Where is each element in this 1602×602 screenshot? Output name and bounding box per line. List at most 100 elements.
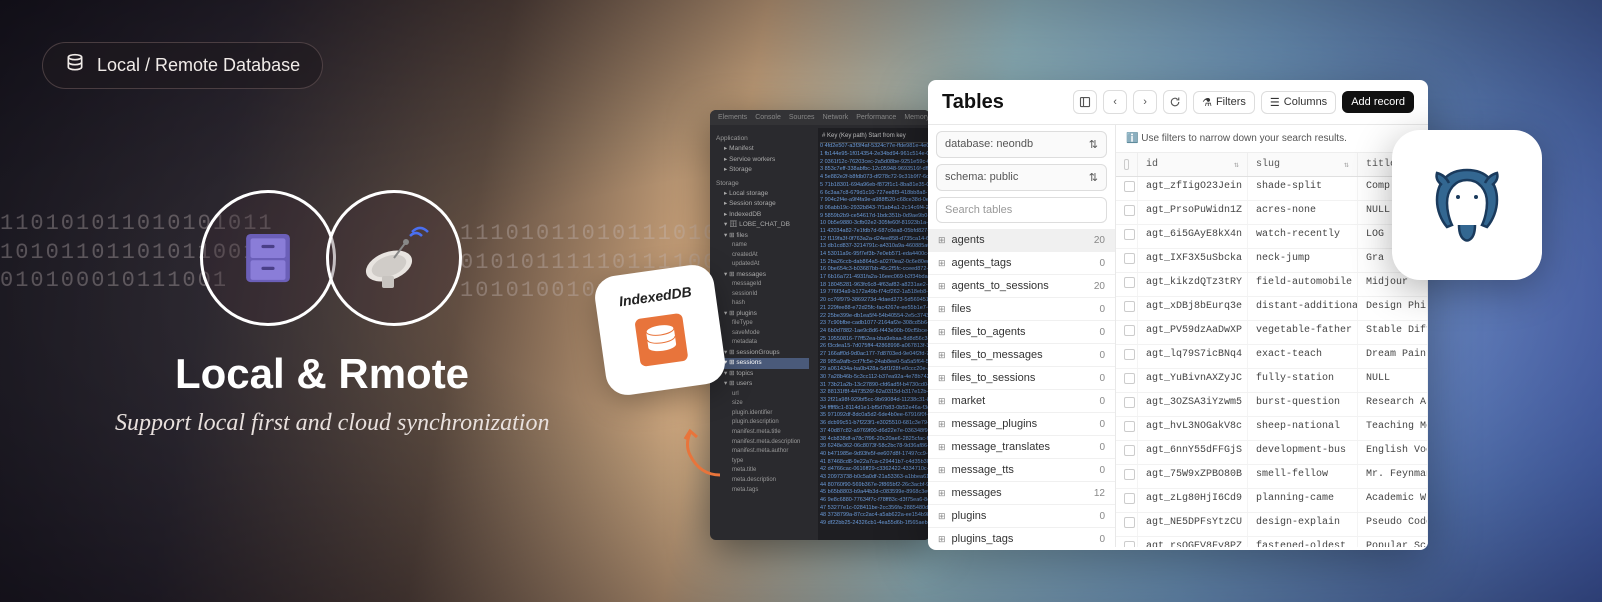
table-row[interactable]: agt_YuBivnAXZyJCfully-stationNULL — [1116, 369, 1428, 393]
devtools-tree-item[interactable]: updatedAt — [716, 260, 809, 270]
devtools-tab[interactable]: Memory — [904, 114, 929, 121]
indexeddb-card: IndexedDB — [592, 262, 728, 398]
devtools-tree-item[interactable]: sessionId — [716, 290, 809, 300]
devtools-tree-item[interactable]: Storage — [716, 179, 809, 189]
devtools-tree-item[interactable]: ▾ ⊞ users — [716, 379, 809, 389]
table-list-item[interactable]: ⊞agents20 — [928, 229, 1115, 252]
devtools-tab[interactable]: Console — [755, 114, 781, 121]
row-checkbox[interactable] — [1124, 253, 1135, 264]
row-checkbox[interactable] — [1124, 493, 1135, 504]
devtools-tree-item[interactable]: metadata — [716, 338, 809, 348]
arrow-decoration — [670, 425, 730, 485]
filters-button[interactable]: ⚗Filters — [1193, 91, 1255, 114]
add-record-button[interactable]: Add record — [1342, 91, 1414, 113]
database-select[interactable]: database: neondb⇅ — [936, 131, 1107, 158]
devtools-tree-item[interactable]: ▸ Storage — [716, 165, 809, 175]
search-tables-input[interactable]: Search tables — [936, 197, 1107, 223]
devtools-tab[interactable]: Sources — [789, 114, 815, 121]
table-list-item[interactable]: ⊞message_translates0 — [928, 436, 1115, 459]
row-checkbox[interactable] — [1124, 445, 1135, 456]
devtools-tree-item[interactable]: ▾ ⊞ sessions — [716, 358, 809, 368]
devtools-tree-item[interactable]: fileType — [716, 319, 809, 329]
table-row[interactable]: agt_lq79S7icBNq4exact-teachDream Paint — [1116, 345, 1428, 369]
devtools-tree-item[interactable]: ▾ ⊞ messages — [716, 270, 809, 280]
schema-select[interactable]: schema: public⇅ — [936, 164, 1107, 191]
devtools-tree-item[interactable]: ▾ ⊞ sessionGroups — [716, 348, 809, 358]
table-list-item[interactable]: ⊞files_to_messages0 — [928, 344, 1115, 367]
badge-label: Local / Remote Database — [97, 55, 300, 76]
devtools-tree-item[interactable]: Application — [716, 134, 809, 144]
row-checkbox[interactable] — [1124, 205, 1135, 216]
table-row[interactable]: agt_xDBj8bEurq3edistant-additionalDesign… — [1116, 297, 1428, 321]
postgres-elephant-icon — [1417, 155, 1517, 255]
table-row[interactable]: agt_NE5DPFsYtzCUdesign-explainPseudo Cod… — [1116, 513, 1428, 537]
devtools-tree-item[interactable]: ▾ ⊞ topics — [716, 369, 809, 379]
row-checkbox[interactable] — [1124, 517, 1135, 528]
devtools-tree-item[interactable]: ▸ Session storage — [716, 199, 809, 209]
row-checkbox[interactable] — [1124, 397, 1135, 408]
devtools-tree-item[interactable]: ▾ ⊞ files — [716, 231, 809, 241]
table-row[interactable]: agt_zfIigO23Jeinshade-splitComp — [1116, 177, 1428, 201]
table-row[interactable]: agt_PrsoPuWidn1Zacres-noneNULL — [1116, 201, 1428, 225]
devtools-tree-item[interactable]: ▸ Service workers — [716, 155, 809, 165]
column-header-id[interactable]: id⇅ — [1138, 153, 1248, 176]
row-checkbox[interactable] — [1124, 325, 1135, 336]
devtools-tree-item[interactable]: name — [716, 241, 809, 251]
table-row[interactable]: agt_6nnY55dFFGjSdevelopment-busEnglish V… — [1116, 441, 1428, 465]
table-row[interactable]: agt_kikzdQTz3tRYfield-automobileMidjour — [1116, 273, 1428, 297]
devtools-tab[interactable]: Network — [823, 114, 849, 121]
table-list-item[interactable]: ⊞files0 — [928, 298, 1115, 321]
columns-icon: ☰ — [1270, 96, 1280, 109]
table-list-item[interactable]: ⊞message_tts0 — [928, 459, 1115, 482]
devtools-tree-item[interactable]: url — [716, 390, 809, 400]
devtools-tab[interactable]: Elements — [718, 114, 747, 121]
prev-button[interactable]: ‹ — [1103, 90, 1127, 114]
devtools-tree-item[interactable]: ▸ IndexedDB — [716, 210, 809, 220]
table-row[interactable]: agt_hvL3NOGakV8csheep-nationalTeaching M… — [1116, 417, 1428, 441]
devtools-tree-item[interactable]: hash — [716, 299, 809, 309]
table-row[interactable]: agt_3OZSA3iYzwm5burst-questionResearch A… — [1116, 393, 1428, 417]
table-row[interactable]: agt_PV59dzAaDwXPvegetable-fatherStable D… — [1116, 321, 1428, 345]
columns-button[interactable]: ☰Columns — [1261, 91, 1336, 114]
table-list-item[interactable]: ⊞market0 — [928, 390, 1115, 413]
devtools-tree-item[interactable]: ▾ 🗄 LOBE_CHAT_DB — [716, 220, 809, 230]
devtools-tree-item[interactable]: ▸ Local storage — [716, 189, 809, 199]
table-list-item[interactable]: ⊞messages12 — [928, 482, 1115, 505]
row-checkbox[interactable] — [1124, 373, 1135, 384]
row-checkbox[interactable] — [1124, 229, 1135, 240]
devtools-tree-item[interactable]: plugin.identifier — [716, 409, 809, 419]
table-list-item[interactable]: ⊞files_to_agents0 — [928, 321, 1115, 344]
next-button[interactable]: › — [1133, 90, 1157, 114]
column-header-slug[interactable]: slug⇅ — [1248, 153, 1358, 176]
devtools-tree-item[interactable]: ▾ ⊞ plugins — [716, 309, 809, 319]
table-list-item[interactable]: ⊞plugins0 — [928, 505, 1115, 528]
table-row[interactable]: agt_IXF3X5uSbckaneck-jumpGra — [1116, 249, 1428, 273]
table-row[interactable]: agt_zLg80HjI6Cd9planning-cameAcademic Wr… — [1116, 489, 1428, 513]
layout-icon-button[interactable] — [1073, 90, 1097, 114]
row-checkbox[interactable] — [1124, 421, 1135, 432]
devtools-tab[interactable]: Performance — [856, 114, 896, 121]
table-row[interactable]: agt_75W9xZPBO80Bsmell-fellowMr. Feynman — [1116, 465, 1428, 489]
row-checkbox[interactable] — [1124, 469, 1135, 480]
refresh-button[interactable] — [1163, 90, 1187, 114]
table-list-item[interactable]: ⊞files_to_sessions0 — [928, 367, 1115, 390]
table-list-item[interactable]: ⊞message_plugins0 — [928, 413, 1115, 436]
devtools-tree-item[interactable]: size — [716, 399, 809, 409]
table-list-item[interactable]: ⊞agents_to_sessions20 — [928, 275, 1115, 298]
table-row[interactable]: agt_rsQGEV8Fy8PZfastened-oldestPopular S… — [1116, 537, 1428, 547]
table-list-item[interactable]: ⊞agents_tags0 — [928, 252, 1115, 275]
row-checkbox[interactable] — [1124, 541, 1135, 547]
row-checkbox[interactable] — [1124, 349, 1135, 360]
row-checkbox[interactable] — [1124, 181, 1135, 192]
table-list-item[interactable]: ⊞plugins_tags0 — [928, 528, 1115, 547]
row-checkbox[interactable] — [1124, 277, 1135, 288]
row-checkbox[interactable] — [1124, 301, 1135, 312]
select-all-checkbox[interactable] — [1116, 153, 1138, 176]
devtools-tree-item[interactable]: ▸ Manifest — [716, 144, 809, 154]
devtools-tree-item[interactable]: messageId — [716, 280, 809, 290]
file-cabinet-icon — [233, 223, 303, 293]
table-row[interactable]: agt_6i5GAyE8kX4nwatch-recentlyLOG — [1116, 225, 1428, 249]
devtools-tree-item[interactable]: meta.tags — [716, 486, 809, 496]
devtools-tree-item[interactable]: saveMode — [716, 329, 809, 339]
devtools-tree-item[interactable]: createdAt — [716, 251, 809, 261]
